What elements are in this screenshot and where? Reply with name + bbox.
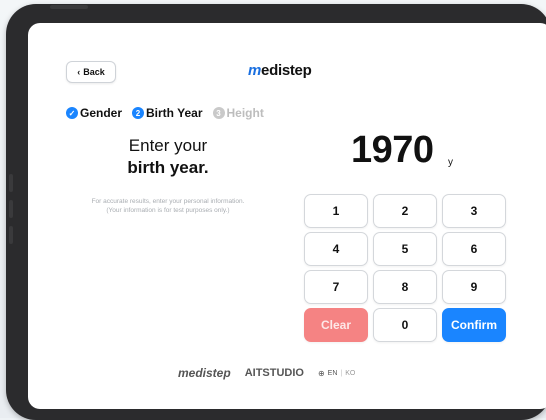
key-3[interactable]: 3 xyxy=(442,194,506,228)
key-2[interactable]: 2 xyxy=(373,194,437,228)
logo-text: edistep xyxy=(261,62,312,79)
clear-button[interactable]: Clear xyxy=(304,308,368,342)
app-logo: medistep xyxy=(248,62,312,79)
lang-separator: | xyxy=(340,369,343,377)
info-note-line-2: (Your information is for test purposes o… xyxy=(106,207,230,214)
footer: medistep AITSTUDIO ⊕ EN | KO xyxy=(178,366,355,380)
step-birth-year: 2 Birth Year xyxy=(132,106,203,120)
key-0[interactable]: 0 xyxy=(373,308,437,342)
key-7[interactable]: 7 xyxy=(304,270,368,304)
step-progress: ✓ Gender 2 Birth Year 3 Height xyxy=(66,106,270,120)
key-4[interactable]: 4 xyxy=(304,232,368,266)
year-display: 1970 xyxy=(351,129,434,171)
lang-ko[interactable]: KO xyxy=(345,370,355,377)
footer-aitstudio-logo: AITSTUDIO xyxy=(244,367,304,379)
language-switcher: ⊕ EN | KO xyxy=(318,369,355,378)
step-number: 2 xyxy=(132,107,145,119)
step-label: Height xyxy=(226,106,264,120)
step-label: Birth Year xyxy=(146,106,203,120)
key-5[interactable]: 5 xyxy=(373,232,437,266)
info-note: For accurate results, enter your persona… xyxy=(58,197,278,215)
background: ‹ Back medistep ✓ Gender 2 Birth Year 3 … xyxy=(0,0,546,420)
key-8[interactable]: 8 xyxy=(373,270,437,304)
check-icon: ✓ xyxy=(66,107,78,119)
key-9[interactable]: 9 xyxy=(442,270,506,304)
tablet-side-button xyxy=(9,174,13,192)
step-number: 3 xyxy=(212,107,225,119)
back-button[interactable]: ‹ Back xyxy=(66,61,116,83)
tablet-side-button xyxy=(9,226,13,244)
chevron-left-icon: ‹ xyxy=(77,67,81,77)
key-6[interactable]: 6 xyxy=(442,232,506,266)
step-gender: ✓ Gender xyxy=(66,106,122,120)
confirm-button[interactable]: Confirm xyxy=(442,308,506,342)
info-note-line-1: For accurate results, enter your persona… xyxy=(91,198,245,205)
globe-icon: ⊕ xyxy=(317,368,325,378)
prompt-line-1: Enter your xyxy=(128,136,208,155)
tablet-frame: ‹ Back medistep ✓ Gender 2 Birth Year 3 … xyxy=(6,4,546,420)
step-height: 3 Height xyxy=(212,106,264,120)
lang-en[interactable]: EN xyxy=(328,370,338,377)
prompt-line-2: birth year. xyxy=(127,158,209,177)
logo-accent: m xyxy=(248,62,262,79)
tablet-side-button xyxy=(9,200,13,218)
tablet-top-button xyxy=(50,5,88,9)
footer-medistep-logo: medistep xyxy=(178,366,231,380)
app-screen: ‹ Back medistep ✓ Gender 2 Birth Year 3 … xyxy=(28,23,546,409)
key-1[interactable]: 1 xyxy=(304,194,368,228)
year-unit: y xyxy=(448,157,453,168)
step-label: Gender xyxy=(80,106,123,120)
numeric-keypad: 1 2 3 4 5 6 7 8 9 Clear 0 Confirm xyxy=(304,194,508,342)
back-button-label: Back xyxy=(83,67,105,77)
